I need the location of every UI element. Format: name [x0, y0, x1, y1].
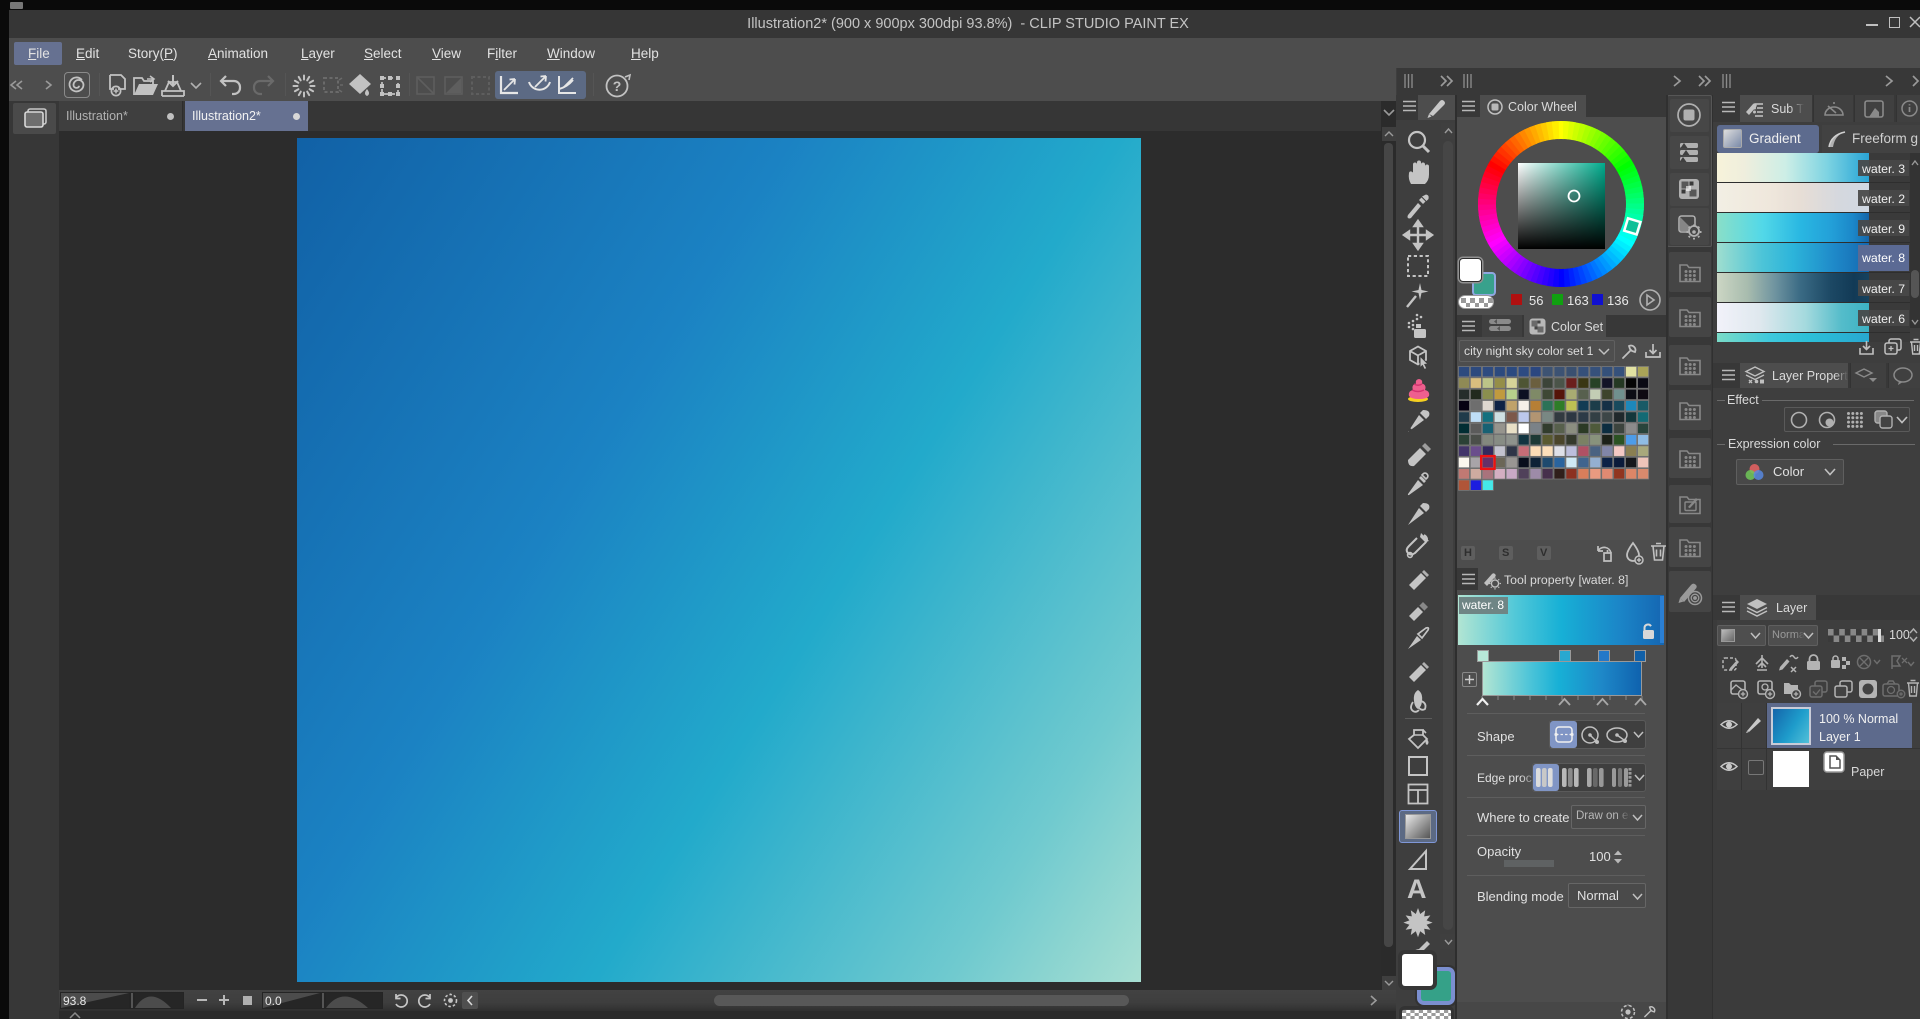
svg-text:?: ?	[613, 78, 622, 94]
